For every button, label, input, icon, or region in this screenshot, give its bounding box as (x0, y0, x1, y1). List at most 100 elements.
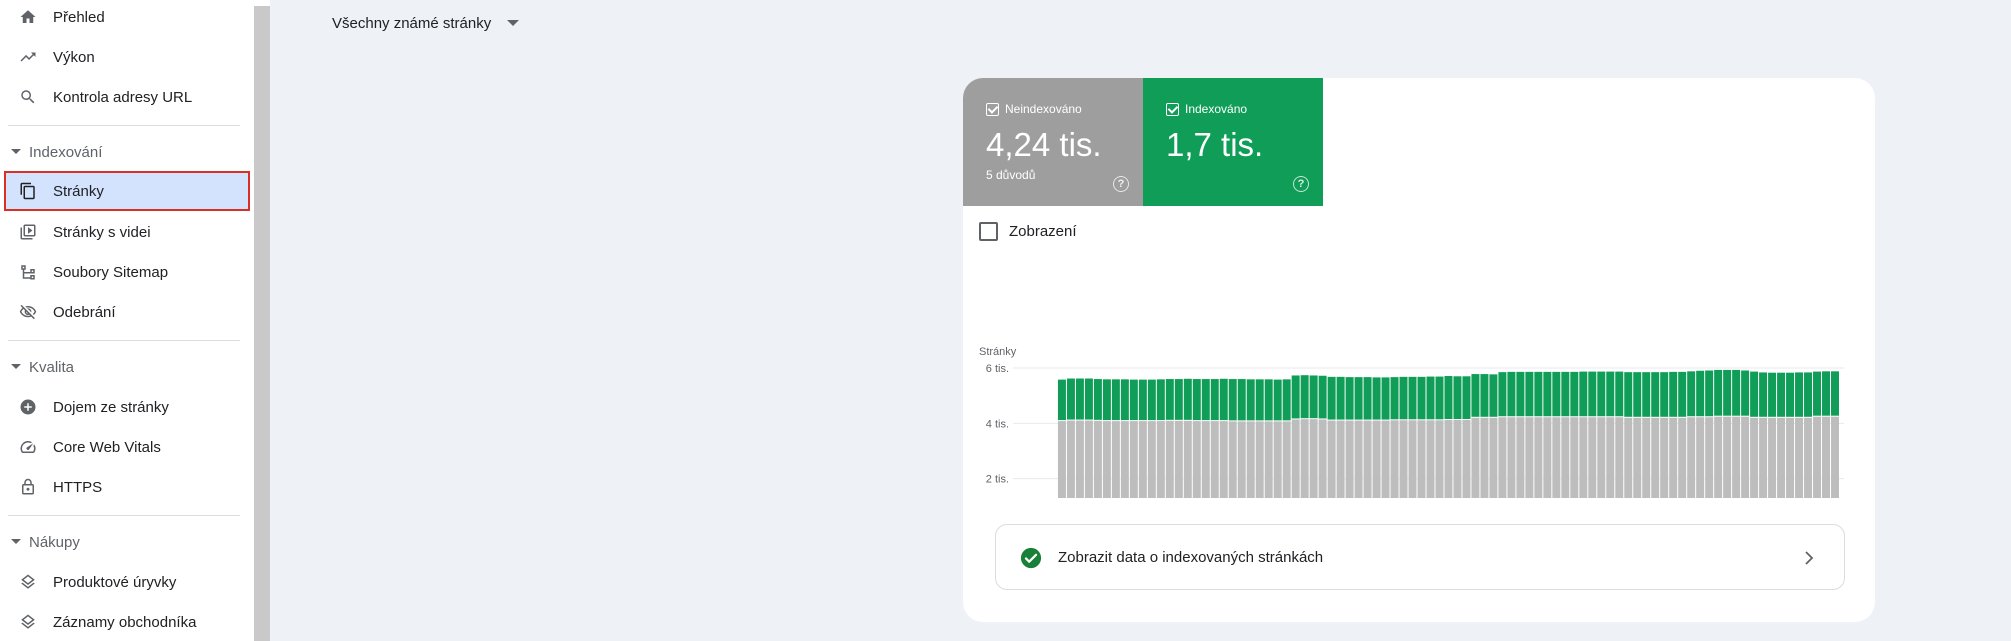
bar-not-indexed (1174, 420, 1183, 498)
bar-indexed (1111, 379, 1120, 421)
sidebar-item-label: Stránky s videi (53, 223, 151, 241)
bar-indexed (1129, 379, 1138, 421)
bar-not-indexed (1705, 417, 1714, 498)
bar-indexed (1138, 379, 1147, 421)
y-tick-label: 2 tis. (986, 474, 1009, 486)
bar-indexed (1219, 378, 1228, 421)
bar-not-indexed (1111, 421, 1120, 498)
indexed-tile[interactable]: Indexováno 1,7 tis. ? (1143, 78, 1323, 206)
bar-not-indexed (1759, 417, 1768, 498)
sidebar-item-prehled[interactable]: Přehled (4, 0, 250, 37)
y-tick-label: 4 tis. (986, 418, 1009, 430)
bar-not-indexed (1363, 420, 1372, 498)
bar-indexed (1696, 370, 1705, 417)
bar-indexed (1471, 374, 1480, 417)
bar-indexed (1417, 376, 1426, 420)
bar-not-indexed (1165, 420, 1174, 498)
bar-not-indexed (1822, 416, 1831, 498)
bar-not-indexed (1192, 421, 1201, 498)
caret-down-icon (507, 20, 520, 26)
index-coverage-card: Neindexováno 4,24 tis. 5 důvodů ? Indexo… (963, 78, 1875, 622)
bar-not-indexed (1228, 421, 1237, 498)
bar-indexed (1390, 377, 1399, 420)
bar-indexed (1804, 372, 1813, 417)
bar-not-indexed (1633, 417, 1642, 498)
section-header-indexovani[interactable]: Indexování (0, 140, 250, 164)
home-icon (18, 7, 38, 27)
bar-indexed (1507, 371, 1516, 417)
sidebar-divider (8, 340, 240, 341)
bar-indexed (1705, 370, 1714, 417)
section-header-nakupy[interactable]: Nákupy (0, 530, 250, 554)
sidebar-item-soubory-sitemap[interactable]: Soubory Sitemap (4, 252, 250, 292)
sidebar-item-zaznamy-obchodnika[interactable]: Záznamy obchodníka (4, 602, 250, 641)
page-filter-label: Všechny známé stránky (332, 14, 492, 32)
sidebar-item-stranky-s-videi[interactable]: Stránky s videi (4, 212, 250, 252)
page-filter-dropdown[interactable]: Všechny známé stránky (332, 10, 520, 36)
sidebar-scrollbar[interactable] (252, 0, 270, 641)
bar-not-indexed (1597, 417, 1606, 498)
bar-not-indexed (1462, 420, 1471, 498)
bar-indexed (1786, 372, 1795, 417)
bar-not-indexed (1147, 421, 1156, 498)
bar-indexed (1597, 371, 1606, 417)
checkbox-unchecked-icon[interactable] (979, 222, 998, 241)
bar-not-indexed (1057, 421, 1066, 498)
sidebar-item-dojem-ze-stranky[interactable]: Dojem ze stránky (4, 387, 250, 427)
sidebar-item-label: HTTPS (53, 478, 103, 496)
bar-indexed (1444, 376, 1453, 420)
bar-not-indexed (1831, 416, 1839, 498)
sidebar-item-label: Výkon (53, 48, 95, 66)
bar-not-indexed (1732, 416, 1741, 498)
bar-not-indexed (1507, 417, 1516, 498)
view-indexed-data-link[interactable]: Zobrazit data o indexovaných stránkách (995, 524, 1845, 590)
bar-indexed (1102, 379, 1111, 421)
checkbox-checked-icon[interactable] (1166, 102, 1179, 116)
sidebar-item-odebrani[interactable]: Odebrání (4, 292, 250, 332)
sidebar-item-kontrola-url[interactable]: Kontrola adresy URL (4, 77, 250, 117)
bar-not-indexed (1084, 420, 1093, 498)
bar-not-indexed (1588, 417, 1597, 498)
plus-circle-icon (18, 397, 38, 417)
bar-not-indexed (1282, 421, 1291, 498)
bar-not-indexed (1255, 421, 1264, 498)
bar-not-indexed (1579, 417, 1588, 498)
impressions-toggle[interactable]: Zobrazení (979, 222, 1077, 241)
bar-not-indexed (1183, 420, 1192, 498)
sidebar-item-core-web-vitals[interactable]: Core Web Vitals (4, 427, 250, 467)
bar-indexed (1318, 375, 1327, 419)
sidebar-item-produktove-uryvky[interactable]: Produktové úryvky (4, 562, 250, 602)
bar-indexed (1237, 379, 1246, 421)
sidebar-scrollbar-thumb[interactable] (254, 6, 270, 641)
sidebar-item-https[interactable]: HTTPS (4, 467, 250, 507)
bar-not-indexed (1534, 417, 1543, 498)
sidebar-divider (8, 125, 240, 126)
bar-indexed (1777, 372, 1786, 417)
bar-indexed (1336, 376, 1345, 420)
speed-gauge-icon (18, 437, 38, 457)
bar-not-indexed (1156, 421, 1165, 498)
bar-not-indexed (1102, 421, 1111, 498)
bar-not-indexed (1642, 417, 1651, 498)
y-axis-title: Stránky (979, 346, 1017, 358)
bar-not-indexed (1498, 417, 1507, 498)
bar-not-indexed (1093, 420, 1102, 498)
bar-not-indexed (1075, 420, 1084, 498)
help-icon[interactable]: ? (1113, 176, 1129, 192)
bar-indexed (1723, 369, 1732, 416)
pages-icon (18, 181, 38, 201)
section-title: Indexování (29, 143, 103, 161)
sidebar-item-vykon[interactable]: Výkon (4, 37, 250, 77)
section-header-kvalita[interactable]: Kvalita (0, 355, 250, 379)
bar-not-indexed (1696, 417, 1705, 498)
checkbox-checked-icon[interactable] (986, 102, 999, 116)
not-indexed-tile[interactable]: Neindexováno 4,24 tis. 5 důvodů ? (963, 78, 1143, 206)
help-icon[interactable]: ? (1293, 176, 1309, 192)
bar-indexed (1489, 374, 1498, 417)
bar-not-indexed (1480, 417, 1489, 498)
sidebar-item-stranky[interactable]: Stránky (4, 171, 250, 211)
bar-indexed (1084, 378, 1093, 420)
bar-indexed (1570, 371, 1579, 417)
bar-indexed (1210, 379, 1219, 421)
bar-indexed (1633, 372, 1642, 417)
